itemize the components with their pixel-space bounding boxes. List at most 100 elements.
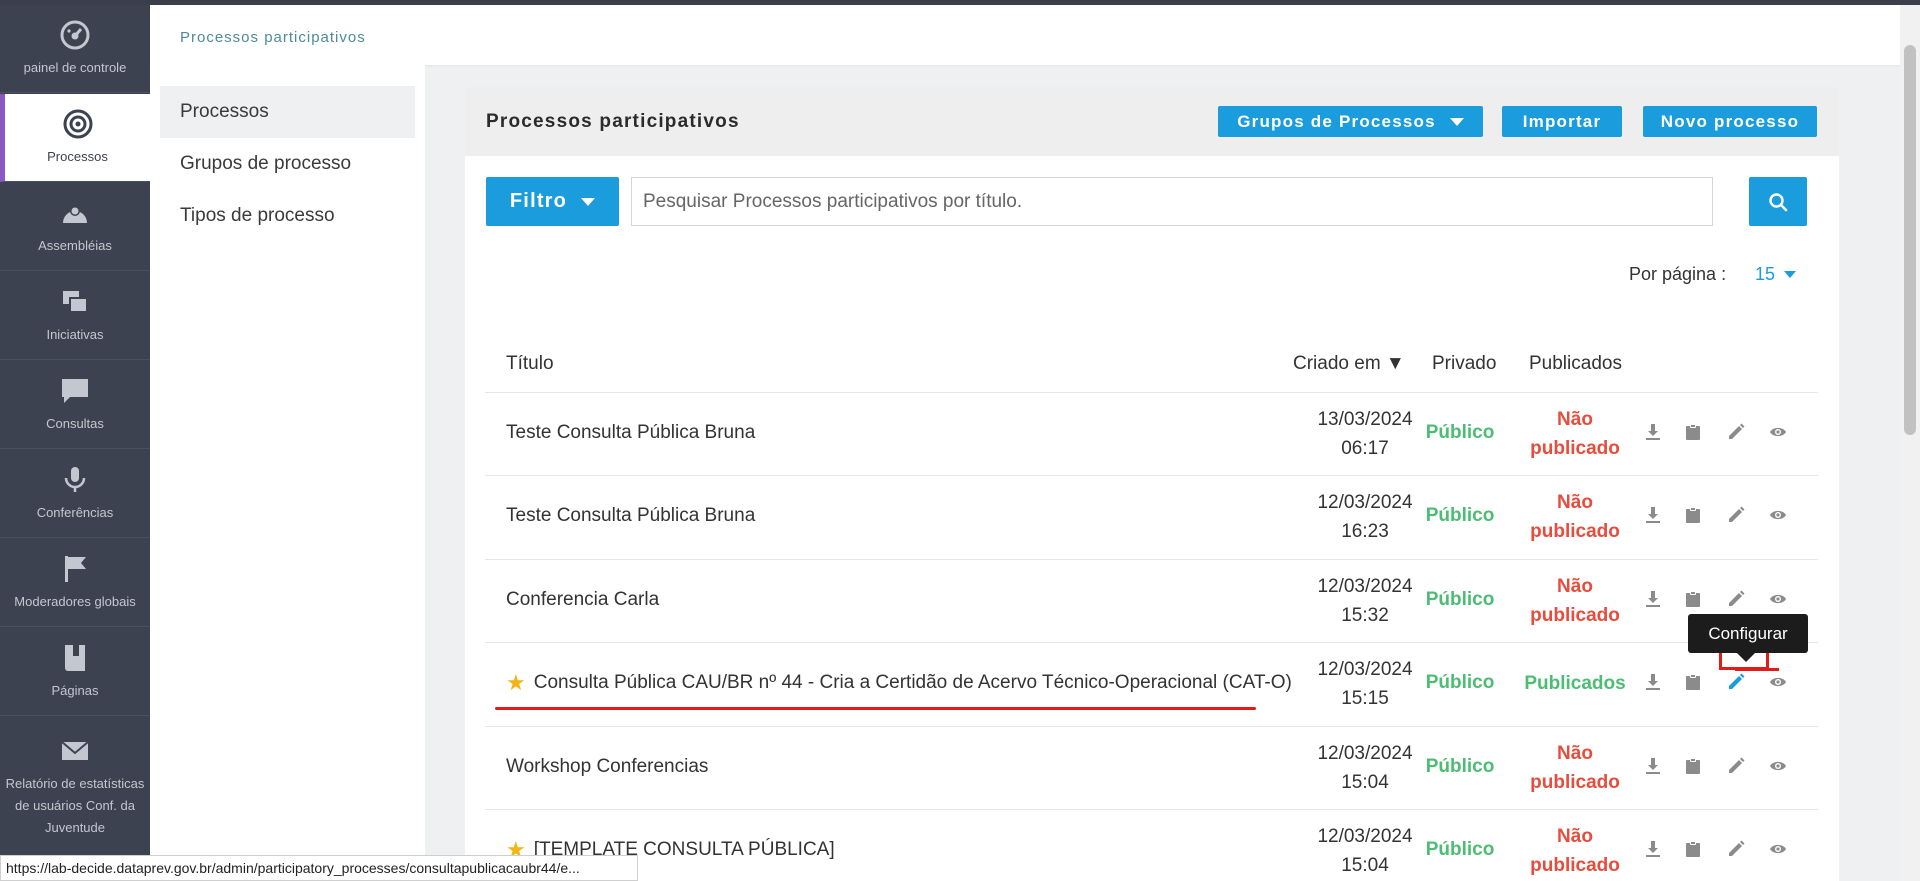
- copy-button[interactable]: [1682, 671, 1704, 693]
- row-title[interactable]: Workshop Conferencias: [506, 756, 708, 778]
- download-icon: [1646, 507, 1660, 523]
- row-title[interactable]: Teste Consulta Pública Bruna: [506, 422, 755, 444]
- subnav-item-process-types[interactable]: Tipos de processo: [160, 190, 415, 242]
- eye-icon: [1770, 677, 1786, 687]
- nav-assemblies[interactable]: Assembléias: [0, 183, 150, 271]
- preview-button[interactable]: [1767, 671, 1789, 693]
- row-title-text: Consulta Pública CAU/BR nº 44 - Cria a C…: [533, 672, 1292, 693]
- nav-processes[interactable]: Processos: [0, 94, 150, 182]
- download-icon: [1646, 758, 1660, 774]
- row-date: 12/03/2024: [1317, 576, 1413, 597]
- copy-button[interactable]: [1682, 588, 1704, 610]
- nav-label: Assembléias: [38, 237, 112, 253]
- row-published-line1: Não: [1557, 743, 1593, 764]
- nav-conferences[interactable]: Conferências: [0, 450, 150, 538]
- eye-icon: [1770, 761, 1786, 771]
- row-published: Não publicado: [1515, 405, 1635, 463]
- row-published: Não publicado: [1515, 739, 1635, 797]
- process-groups-dropdown[interactable]: Grupos de Processos: [1218, 106, 1483, 137]
- column-header-published: Publicados: [1529, 353, 1622, 374]
- search-input[interactable]: [631, 177, 1713, 226]
- row-title[interactable]: Conferencia Carla: [506, 589, 659, 611]
- row-time: 16:23: [1341, 521, 1389, 542]
- export-button[interactable]: [1642, 755, 1664, 777]
- chat-icon: [62, 378, 88, 403]
- scrollbar-thumb[interactable]: [1904, 45, 1916, 435]
- nav-global-moderators[interactable]: Moderadores globais: [0, 539, 150, 627]
- search-icon: [1769, 192, 1788, 211]
- page-scrollbar[interactable]: [1900, 5, 1920, 881]
- pencil-icon: [1729, 590, 1745, 606]
- row-date: 12/03/2024: [1317, 826, 1413, 847]
- row-title-text: Workshop Conferencias: [506, 756, 709, 777]
- import-button[interactable]: Importar: [1502, 106, 1622, 137]
- configure-button[interactable]: [1725, 504, 1747, 526]
- nav-youth-stats-report[interactable]: Relatório de estatísticas de usuários Co…: [0, 717, 150, 857]
- configure-button[interactable]: [1725, 588, 1747, 610]
- pencil-icon: [1729, 673, 1745, 689]
- nav-consultations[interactable]: Consultas: [0, 361, 150, 449]
- row-title[interactable]: ★ Consulta Pública CAU/BR nº 44 - Cria a …: [506, 670, 1292, 696]
- table-row: ★ Consulta Pública CAU/BR nº 44 - Cria a …: [485, 642, 1818, 726]
- export-button[interactable]: [1642, 671, 1664, 693]
- filter-dropdown[interactable]: Filtro: [486, 177, 619, 226]
- subnav-item-process-groups[interactable]: Grupos de processo: [160, 138, 415, 190]
- table-row: Teste Consulta Pública Bruna 13/03/2024 0…: [485, 392, 1818, 475]
- nav-pages[interactable]: Páginas: [0, 628, 150, 716]
- preview-button[interactable]: [1767, 755, 1789, 777]
- column-header-created[interactable]: Criado em ▼: [1293, 353, 1405, 375]
- row-published-line2: publicado: [1530, 772, 1620, 793]
- row-private: Público: [1425, 839, 1495, 860]
- clipboard-icon: [1686, 841, 1700, 857]
- row-title-text: Teste Consulta Pública Bruna: [506, 422, 756, 443]
- export-button[interactable]: [1642, 504, 1664, 526]
- row-published: Publicados: [1515, 669, 1635, 698]
- configure-button[interactable]: [1725, 755, 1747, 777]
- eye-icon: [1770, 844, 1786, 854]
- row-published-line2: publicado: [1530, 521, 1620, 542]
- highlight-box-tail: [1735, 668, 1779, 671]
- column-header-title: Título: [506, 353, 554, 374]
- per-page-select[interactable]: 15: [1755, 264, 1797, 285]
- row-date: 12/03/2024: [1317, 743, 1413, 764]
- export-button[interactable]: [1642, 838, 1664, 860]
- row-published-line1: Não: [1557, 409, 1593, 430]
- nav-label: Conferências: [36, 504, 114, 520]
- nav-dashboard[interactable]: painel de controle: [0, 5, 150, 93]
- configure-button[interactable]: [1725, 838, 1747, 860]
- breadcrumb[interactable]: Processos participativos: [180, 29, 366, 46]
- nav-label: Iniciativas: [46, 326, 104, 342]
- subnav-item-processes[interactable]: Processos: [160, 86, 415, 138]
- initiatives-icon: [63, 290, 88, 313]
- pencil-icon: [1729, 423, 1745, 439]
- preview-button[interactable]: [1767, 588, 1789, 610]
- top-header: Processos participativos: [150, 5, 1900, 65]
- copy-button[interactable]: [1682, 421, 1704, 443]
- new-process-button[interactable]: Novo processo: [1643, 106, 1817, 137]
- copy-button[interactable]: [1682, 838, 1704, 860]
- nav-initiatives[interactable]: Iniciativas: [0, 272, 150, 360]
- row-created: 13/03/2024 06:17: [1310, 405, 1420, 463]
- download-icon: [1646, 674, 1660, 690]
- row-private: Público: [1425, 756, 1495, 777]
- configure-button[interactable]: [1725, 421, 1747, 443]
- nav-label: Páginas: [51, 682, 99, 698]
- row-title[interactable]: Teste Consulta Pública Bruna: [506, 505, 755, 527]
- copy-button[interactable]: [1682, 504, 1704, 526]
- row-date: 12/03/2024: [1317, 492, 1413, 513]
- row-time: 06:17: [1341, 438, 1389, 459]
- preview-button[interactable]: [1767, 504, 1789, 526]
- clipboard-icon: [1686, 758, 1700, 774]
- table-row: Teste Consulta Pública Bruna 12/03/2024 1…: [485, 475, 1818, 559]
- copy-button[interactable]: [1682, 755, 1704, 777]
- clipboard-icon: [1686, 507, 1700, 523]
- row-published-line1: Não: [1557, 492, 1593, 513]
- search-button[interactable]: [1749, 177, 1807, 226]
- nav-label: Processos: [47, 148, 108, 164]
- export-button[interactable]: [1642, 588, 1664, 610]
- export-button[interactable]: [1642, 421, 1664, 443]
- configure-button[interactable]: [1725, 671, 1747, 693]
- preview-button[interactable]: [1767, 421, 1789, 443]
- preview-button[interactable]: [1767, 838, 1789, 860]
- nav-label: Moderadores globais: [14, 593, 136, 609]
